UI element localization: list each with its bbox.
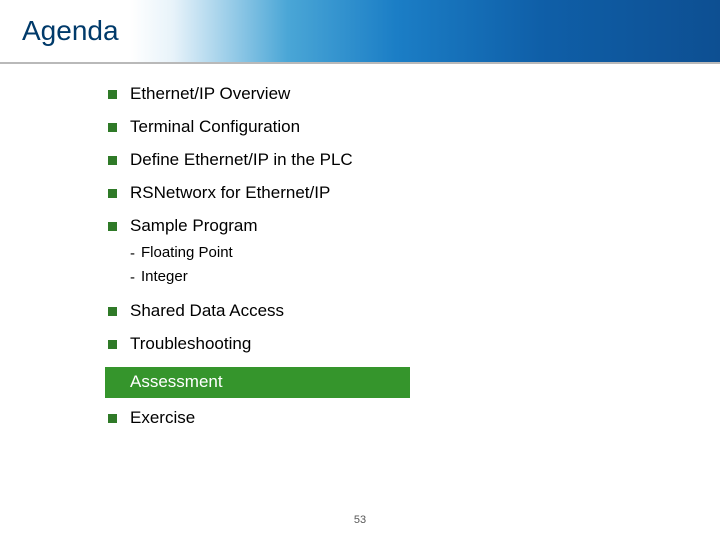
list-item: Troubleshooting — [108, 334, 720, 354]
list-item-label: Terminal Configuration — [130, 117, 300, 137]
square-bullet-icon — [108, 222, 117, 231]
square-bullet-icon — [108, 189, 117, 198]
list-item: Sample Program — [108, 216, 720, 236]
list-item-label: Troubleshooting — [130, 334, 251, 354]
list-item: Exercise — [108, 408, 720, 428]
highlighted-item: Assessment — [105, 367, 410, 398]
square-bullet-icon — [108, 307, 117, 316]
highlighted-item-label: Assessment — [130, 372, 223, 391]
title-bar: Agenda — [0, 0, 720, 62]
page-title: Agenda — [22, 15, 119, 47]
square-bullet-icon — [108, 123, 117, 132]
square-bullet-icon — [108, 90, 117, 99]
square-bullet-icon — [108, 414, 117, 423]
sub-list: - Floating Point - Integer — [130, 244, 720, 288]
list-item-label: Sample Program — [130, 216, 258, 236]
list-item: Terminal Configuration — [108, 117, 720, 137]
page-number: 53 — [0, 514, 720, 526]
square-bullet-icon — [108, 340, 117, 349]
list-item-label: Ethernet/IP Overview — [130, 84, 290, 104]
list-item-label: Define Ethernet/IP in the PLC — [130, 150, 353, 170]
list-item-label: RSNetworx for Ethernet/IP — [130, 183, 330, 203]
sub-list-item-label: Floating Point — [141, 244, 233, 261]
list-item-label: Exercise — [130, 408, 195, 428]
sub-list-item: - Floating Point — [130, 244, 720, 264]
sub-list-item: - Integer — [130, 268, 720, 288]
list-item: Ethernet/IP Overview — [108, 84, 720, 104]
list-item: Shared Data Access — [108, 301, 720, 321]
sub-list-item-label: Integer — [141, 268, 188, 285]
list-item-label: Shared Data Access — [130, 301, 284, 321]
dash-bullet-icon: - — [130, 244, 135, 264]
dash-bullet-icon: - — [130, 268, 135, 288]
agenda-list: Ethernet/IP Overview Terminal Configurat… — [0, 64, 720, 428]
list-item: RSNetworx for Ethernet/IP — [108, 183, 720, 203]
list-item: Define Ethernet/IP in the PLC — [108, 150, 720, 170]
square-bullet-icon — [108, 156, 117, 165]
